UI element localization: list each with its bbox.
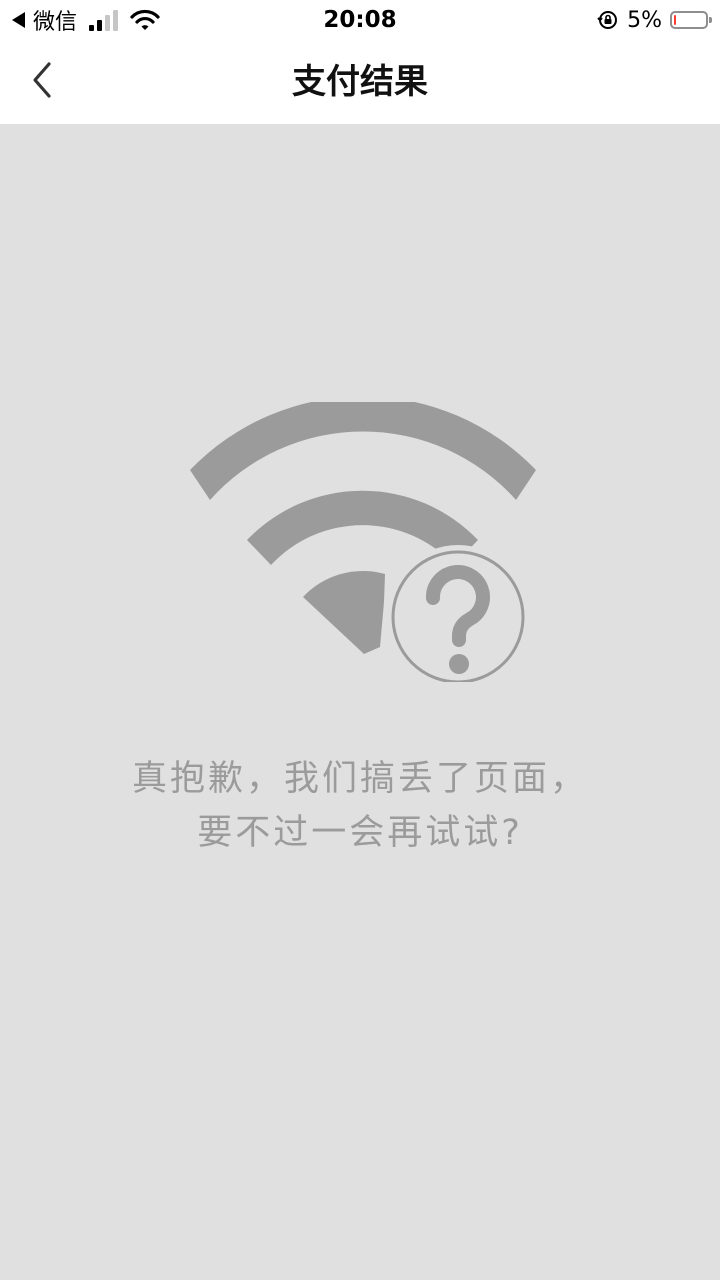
error-message-line-2: 要不过一会再试试? [197,813,523,853]
battery-percent: 5% [627,7,662,33]
chevron-left-icon[interactable] [29,60,55,100]
nav-bar: 支付结果 [0,40,720,124]
battery-icon [670,11,712,29]
error-message-line-1: 真抱歉，我们搞丢了页面， [131,759,588,799]
screen: 微信 20:08 5% 支付结果 真抱歉，我们搞丢了页面， 要不过一会再试试? [0,0,720,1280]
error-content: 真抱歉，我们搞丢了页面， 要不过一会再试试? [0,124,720,1280]
back-button[interactable] [20,58,64,102]
battery-level [674,15,676,25]
orientation-lock-icon [597,11,618,29]
error-message: 真抱歉，我们搞丢了页面， 要不过一会再试试? [60,752,660,860]
status-right: 5% [597,4,712,36]
wifi-question-icon [190,402,536,682]
status-bar: 微信 20:08 5% [0,0,720,40]
page-title: 支付结果 [292,62,428,102]
